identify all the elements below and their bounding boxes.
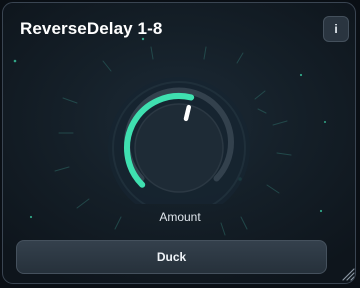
plugin-panel: ReverseDelay 1-8 i Amount Duck <box>2 2 356 284</box>
amount-label: Amount <box>159 210 201 224</box>
info-button[interactable]: i <box>323 16 349 42</box>
knob-cap <box>134 103 224 193</box>
plugin-title: ReverseDelay 1-8 <box>20 19 163 38</box>
amount-knob[interactable] <box>95 70 263 204</box>
knob-pointer <box>183 104 192 122</box>
duck-button[interactable]: Duck <box>16 240 327 274</box>
resize-grip-icon[interactable] <box>339 265 355 281</box>
